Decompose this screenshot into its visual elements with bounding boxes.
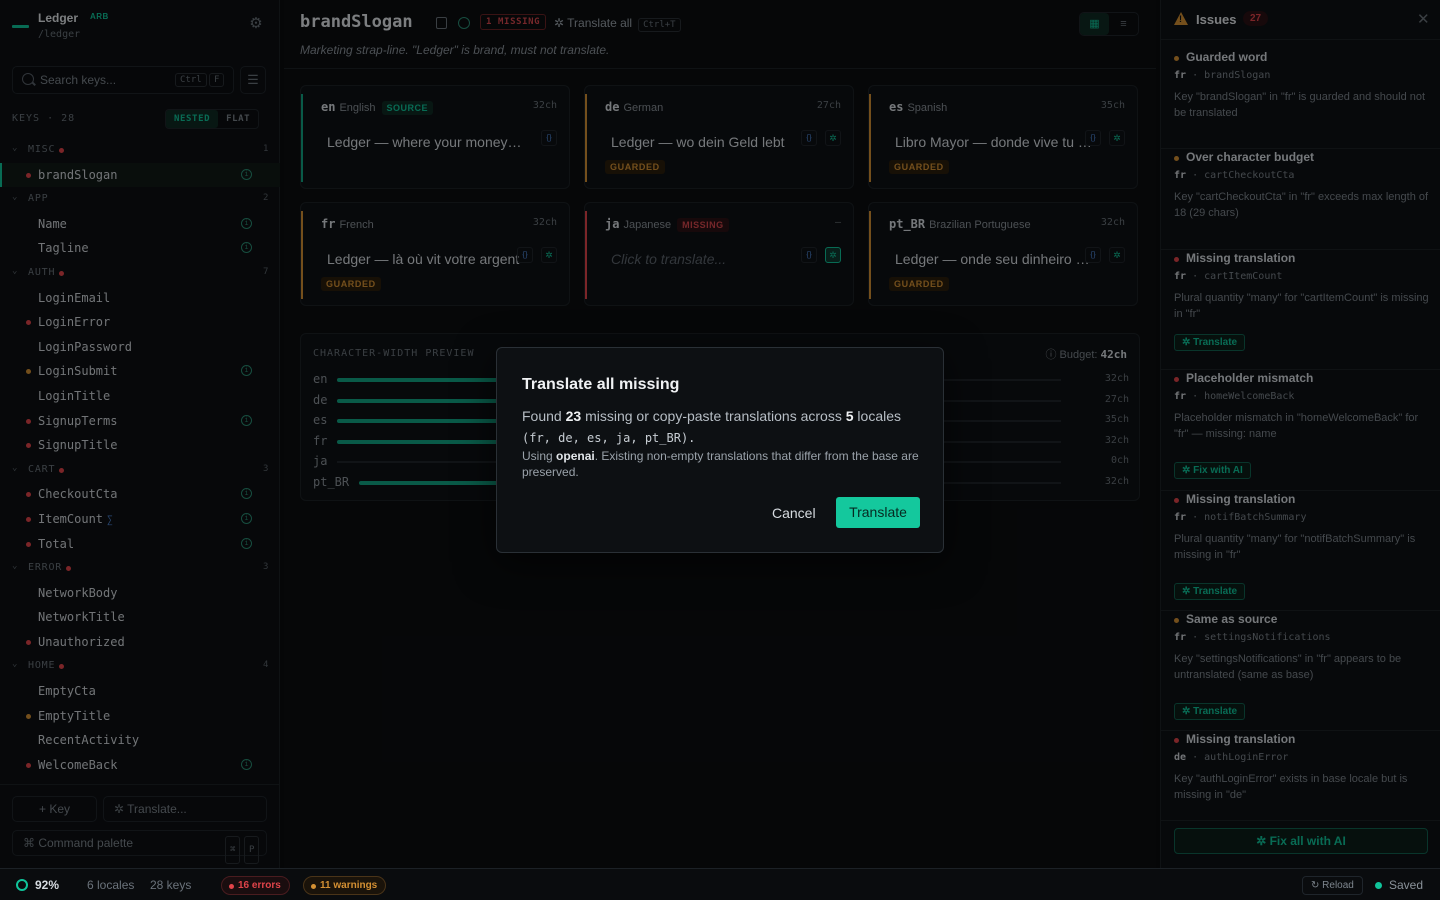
locale-count: 6 locales [87,878,135,892]
summary-prefix: Found [522,408,562,424]
dialog-provider-note: Using openai. Existing non-empty transla… [522,448,926,480]
coverage-percent: 92% [35,878,60,892]
coverage-ring-icon [16,879,28,891]
save-status: Saved [1375,878,1423,892]
provider-name: openai [556,449,595,463]
summary-suffix: locales [857,408,902,424]
locale-count: 5 [845,408,854,424]
reload-button[interactable]: ↻ Reload [1302,876,1363,895]
locale-list: (fr, de, es, ja, pt_BR). [522,431,696,445]
dialog-summary: Found 23 missing or copy-paste translati… [522,406,926,449]
reload-icon: ↻ [1311,880,1323,891]
translate-all-dialog: Translate all missing Found 23 missing o… [496,347,944,553]
reload-label: Reload [1322,880,1354,891]
summary-middle: missing or copy-paste translations acros… [585,408,842,424]
cancel-button[interactable]: Cancel [761,498,827,528]
provider-prefix: Using [522,449,553,463]
key-count: 28 keys [150,878,192,892]
dialog-title: Translate all missing [522,376,680,393]
errors-badge[interactable]: 16 errors [221,876,290,895]
app-window: Ledger ARB /ledger ⚙ Ctrl F ☰ KEYS · 28 … [0,0,1440,900]
translate-confirm-button[interactable]: Translate [836,497,920,528]
warnings-badge[interactable]: 11 warnings [303,876,387,895]
missing-count: 23 [565,408,582,424]
status-bar: 92% 6 locales 28 keys 16 errors 11 warni… [0,868,1440,900]
